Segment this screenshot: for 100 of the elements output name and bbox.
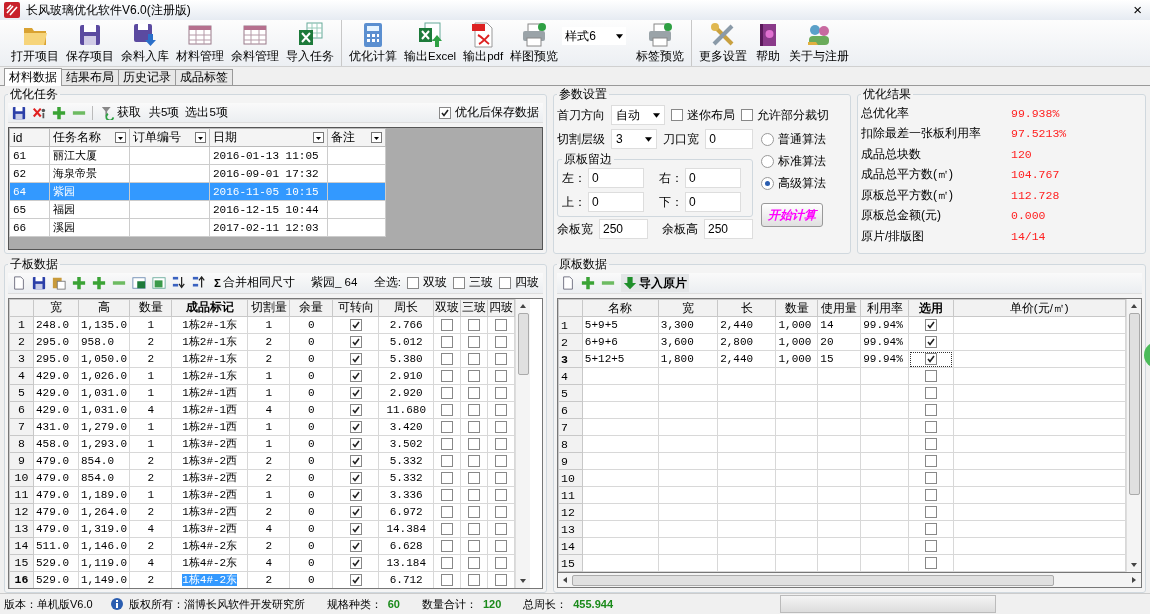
checkbox[interactable] [495,387,508,399]
column-header[interactable]: 选用 [908,299,954,317]
toolbar-button[interactable]: 保存项目 [63,21,117,66]
checkbox[interactable] [468,370,481,382]
input-field[interactable]: 0 [588,192,644,212]
checkbox[interactable] [439,106,451,119]
checkbox[interactable] [468,540,481,552]
toolbar-button[interactable]: 关于与注册 [786,21,853,66]
checkbox[interactable] [468,353,481,365]
checkbox[interactable] [741,109,753,121]
checkbox[interactable] [468,472,481,484]
radio-button[interactable] [761,176,774,190]
level-dropdown[interactable]: 3 [611,129,658,149]
save-icon[interactable] [12,105,26,120]
checkbox[interactable] [349,319,362,331]
checkbox[interactable] [468,438,481,450]
checkbox[interactable] [671,109,683,121]
new-document-icon[interactable] [12,275,26,290]
checkbox[interactable] [924,472,937,485]
column-header[interactable]: id [9,128,50,147]
checkbox[interactable] [499,276,511,289]
toolbar-button[interactable]: 输出pdf [460,21,507,66]
checkbox[interactable] [468,336,481,348]
dropdown-icon[interactable] [195,132,206,144]
checkbox[interactable] [495,489,508,501]
checkbox[interactable] [441,455,454,467]
add-icon[interactable] [581,276,595,290]
checkbox[interactable] [495,455,508,467]
input-field[interactable]: 0 [588,168,644,188]
input-field[interactable]: 0 [685,168,741,188]
delete-icon[interactable] [32,105,46,120]
checkbox[interactable] [453,276,465,289]
column-header[interactable]: 可转向 [332,299,379,317]
checkbox[interactable] [441,557,454,569]
sort-descending-icon[interactable] [192,275,206,290]
dropdown-icon[interactable] [115,132,126,144]
checkbox[interactable] [349,540,362,552]
new-document-icon[interactable] [561,276,575,290]
checkbox[interactable] [468,455,481,467]
column-header[interactable]: 三玻 [460,299,488,317]
checkbox[interactable] [468,574,481,586]
checkbox[interactable] [924,489,937,502]
checkbox[interactable] [468,506,481,518]
column-header[interactable]: 订单编号 [129,128,210,147]
column-header[interactable]: 任务名称 [49,128,130,147]
column-header[interactable]: 四玻 [487,299,515,317]
checkbox[interactable] [495,421,508,433]
checkbox[interactable] [924,370,937,383]
checkbox[interactable] [441,404,454,416]
import-button[interactable]: 导入原片 [621,274,689,292]
checkbox[interactable] [468,523,481,535]
checkbox[interactable] [495,540,508,552]
dropdown-icon[interactable] [313,132,324,144]
task-row[interactable]: 61 丽江大厦 2016-01-13 11:05 [9,146,386,165]
checkbox[interactable] [495,438,508,450]
checkbox[interactable] [495,574,508,586]
checkbox[interactable] [924,319,937,332]
checkbox[interactable] [441,370,454,382]
input-field[interactable]: 0 [705,129,753,149]
checkbox[interactable] [349,438,362,450]
checkbox[interactable] [407,276,419,289]
column-header[interactable]: 备注 [327,128,386,147]
checkbox[interactable] [349,404,362,416]
column-header[interactable]: 宽 [33,299,79,317]
checkbox[interactable] [468,489,481,501]
column-header[interactable]: 宽 [658,299,718,317]
checkbox[interactable] [495,370,508,382]
column-header[interactable]: 数量 [775,299,818,317]
checkbox[interactable] [495,336,508,348]
checkbox[interactable] [349,455,362,467]
checkbox[interactable] [924,353,937,366]
checkbox[interactable] [349,336,362,348]
checkbox[interactable] [441,472,454,484]
toolbar-button[interactable]: 导入任务 [283,21,337,66]
sort-ascending-icon[interactable] [172,275,186,290]
column-header[interactable]: 余量 [289,299,333,317]
checkbox[interactable] [349,557,362,569]
column-header[interactable]: 高 [78,299,130,317]
checkbox[interactable] [495,353,508,365]
radio-button[interactable] [761,154,774,168]
paste-icon[interactable] [52,275,66,290]
toolbar-button[interactable]: 打开项目 [8,21,62,66]
checkbox[interactable] [349,506,362,518]
task-row[interactable]: 65 福园 2016-12-15 10:44 [9,200,386,219]
checkbox[interactable] [441,540,454,552]
checkbox[interactable] [495,557,508,569]
checkbox[interactable] [924,523,937,536]
toolbar-button[interactable]: 材料管理 [173,21,227,66]
column-header[interactable]: 名称 [582,299,659,317]
checkbox[interactable] [924,421,937,434]
checkbox[interactable] [495,506,508,518]
input-field[interactable]: 250 [599,219,648,239]
task-row[interactable]: 62 海泉帝景 2016-09-01 17:32 [9,164,386,183]
checkbox[interactable] [349,353,362,365]
fetch-button[interactable]: 获取 [99,105,143,121]
toolbar-button[interactable]: 优化计算 [346,21,400,66]
checkbox[interactable] [924,336,937,349]
input-field[interactable]: 0 [685,192,741,212]
tab[interactable]: 材料数据 [4,68,62,86]
style-dropdown[interactable]: 样式6 [562,27,627,45]
